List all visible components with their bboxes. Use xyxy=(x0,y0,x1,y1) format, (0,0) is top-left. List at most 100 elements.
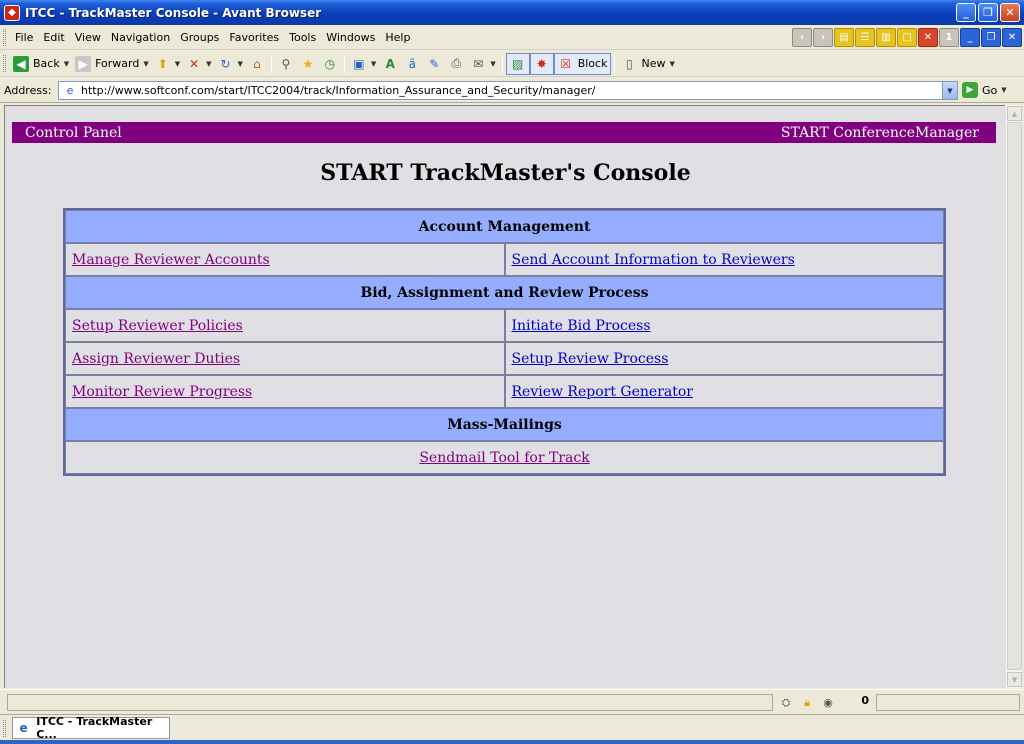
edit-button[interactable]: ✎ xyxy=(423,53,445,75)
go-label: Go xyxy=(982,83,998,97)
section-mass-mailings: Mass-Mailings xyxy=(65,408,944,441)
speaker-icon[interactable]: ◉ xyxy=(819,694,837,711)
text-size-button[interactable]: A xyxy=(379,53,401,75)
tab-itcc-trackmaster[interactable]: e ITCC - TrackMaster C... xyxy=(12,715,170,741)
home-button[interactable]: ⌂ xyxy=(246,53,268,75)
scroll-up-icon[interactable]: ▲ xyxy=(1007,106,1022,121)
menu-view[interactable]: View xyxy=(70,31,106,44)
go-dropdown-icon[interactable]: ▼ xyxy=(1001,86,1006,94)
back-arrow-icon: ◀ xyxy=(13,55,29,72)
search-icon: ⚲ xyxy=(281,56,291,71)
status-bar: ⛭ 🔒︎ ◉ 0 xyxy=(0,689,1024,713)
address-input[interactable] xyxy=(81,84,941,97)
mdi-close-icon[interactable]: ✕ xyxy=(1002,28,1022,47)
tabbar-grip[interactable] xyxy=(3,720,6,737)
toolbar: ◀ Back ▼ ▶ Forward ▼ ⬆ ▼ ✕ ▼ ↻ ▼ ⌂ ⚲ ★ ◷… xyxy=(0,51,1024,77)
menu-bar: File Edit View Navigation Groups Favorit… xyxy=(0,25,1024,50)
tile-vertical-icon[interactable]: ▥ xyxy=(876,28,896,47)
console-table: Account Management Manage Reviewer Accou… xyxy=(63,208,946,476)
link-sendmail-tool[interactable]: Sendmail Tool for Track xyxy=(419,450,589,466)
favorites-button[interactable]: ★ xyxy=(297,53,319,75)
cell-setup-review-process: Setup Review Process xyxy=(504,342,944,375)
link-monitor-review-progress[interactable]: Monitor Review Progress xyxy=(72,384,252,400)
history-button[interactable]: ◷ xyxy=(319,53,341,75)
new-button[interactable]: ▯ New ▼ xyxy=(618,53,677,75)
link-manage-reviewer-accounts[interactable]: Manage Reviewer Accounts xyxy=(72,252,270,268)
vertical-scrollbar[interactable]: ▲ ▼ xyxy=(1005,105,1022,688)
status-text-panel xyxy=(7,694,773,711)
address-bar: Address: e ▼ ▶ Go ▼ xyxy=(0,78,1024,103)
back-dropdown-icon[interactable]: ▼ xyxy=(64,60,69,68)
home-icon: ⌂ xyxy=(253,56,261,71)
forward-button[interactable]: ▶ Forward ▼ xyxy=(72,53,152,75)
maximize-all-icon[interactable]: □ xyxy=(897,28,917,47)
mdi-minimize-icon[interactable]: _ xyxy=(960,28,980,47)
refresh-dropdown-icon[interactable]: ▼ xyxy=(238,60,243,68)
menu-windows[interactable]: Windows xyxy=(321,31,380,44)
menu-file[interactable]: File xyxy=(10,31,38,44)
mdi-restore-icon[interactable]: ❐ xyxy=(981,28,1001,47)
encoding-button[interactable]: ä xyxy=(401,53,423,75)
menu-grip[interactable] xyxy=(3,28,6,46)
link-initiate-bid-process[interactable]: Initiate Bid Process xyxy=(512,318,651,334)
forward-dropdown-icon[interactable]: ▼ xyxy=(143,60,148,68)
address-field[interactable]: e ▼ xyxy=(58,81,958,100)
minimize-button[interactable]: _ xyxy=(956,3,976,22)
link-setup-review-process[interactable]: Setup Review Process xyxy=(512,351,669,367)
menu-groups[interactable]: Groups xyxy=(175,31,224,44)
link-send-account-info[interactable]: Send Account Information to Reviewers xyxy=(512,252,795,268)
window-button[interactable]: ▣ ▼ xyxy=(348,53,379,75)
cascade-icon[interactable]: ▤ xyxy=(834,28,854,47)
up-dropdown-icon[interactable]: ▼ xyxy=(175,60,180,68)
tile-horizontal-icon[interactable]: ☰ xyxy=(855,28,875,47)
go-arrow-icon: ▶ xyxy=(962,82,978,98)
next-window-icon[interactable]: › xyxy=(813,28,833,47)
stop-button[interactable]: ✕ ▼ xyxy=(183,53,214,75)
scroll-thumb[interactable] xyxy=(1007,122,1022,670)
scroll-down-icon[interactable]: ▼ xyxy=(1007,672,1022,687)
link-assign-reviewer-duties[interactable]: Assign Reviewer Duties xyxy=(72,351,240,367)
link-setup-reviewer-policies[interactable]: Setup Reviewer Policies xyxy=(72,318,243,334)
flash-toggle-button[interactable]: ✸ xyxy=(529,52,554,75)
new-dropdown-icon[interactable]: ▼ xyxy=(669,60,674,68)
up-folder-icon: ⬆ xyxy=(157,56,168,71)
block-popup-button[interactable]: ☒ Block xyxy=(553,52,612,75)
window-count-badge[interactable]: 1 xyxy=(939,28,959,47)
section-bid-assignment-review: Bid, Assignment and Review Process xyxy=(65,276,944,309)
link-review-report-generator[interactable]: Review Report Generator xyxy=(512,384,693,400)
menu-navigation[interactable]: Navigation xyxy=(106,31,175,44)
toolbar-separator xyxy=(501,54,503,73)
block-label: Block xyxy=(577,57,608,70)
toolbar-grip[interactable] xyxy=(3,55,6,72)
up-button[interactable]: ⬆ ▼ xyxy=(152,53,183,75)
page-viewport: Control Panel START ConferenceManager ST… xyxy=(4,105,1005,688)
back-button[interactable]: ◀ Back ▼ xyxy=(10,53,72,75)
lock-icon[interactable]: 🔒︎ xyxy=(798,694,816,711)
address-dropdown-icon[interactable]: ▼ xyxy=(942,82,957,99)
menu-edit[interactable]: Edit xyxy=(38,31,69,44)
refresh-icon: ↻ xyxy=(220,56,231,71)
cell-initiate-bid-process: Initiate Bid Process xyxy=(504,309,944,342)
menu-favorites[interactable]: Favorites xyxy=(224,31,284,44)
prev-window-icon[interactable]: ‹ xyxy=(792,28,812,47)
print-icon: ⎙ xyxy=(451,56,462,70)
print-button[interactable]: ⎙ xyxy=(445,53,467,75)
flash-icon: ✸ xyxy=(536,56,547,71)
maximize-button[interactable]: ❐ xyxy=(978,3,998,22)
window-dropdown-icon[interactable]: ▼ xyxy=(371,60,376,68)
menu-help[interactable]: Help xyxy=(380,31,415,44)
refresh-button[interactable]: ↻ ▼ xyxy=(215,53,246,75)
text-size-icon: A xyxy=(385,56,395,71)
network-icon[interactable]: ⛭ xyxy=(777,694,795,711)
image-toggle-button[interactable]: ▨ xyxy=(505,52,530,75)
search-button[interactable]: ⚲ xyxy=(275,53,297,75)
close-all-icon[interactable]: ✕ xyxy=(918,28,938,47)
cell-review-report-generator: Review Report Generator xyxy=(504,375,944,408)
bottom-edge xyxy=(0,740,1024,744)
mail-dropdown-icon[interactable]: ▼ xyxy=(490,60,495,68)
stop-dropdown-icon[interactable]: ▼ xyxy=(206,60,211,68)
close-button[interactable]: ✕ xyxy=(1000,3,1020,22)
mail-button[interactable]: ✉ ▼ xyxy=(467,53,498,75)
menu-tools[interactable]: Tools xyxy=(284,31,321,44)
go-button[interactable]: ▶ Go ▼ xyxy=(962,82,1007,98)
